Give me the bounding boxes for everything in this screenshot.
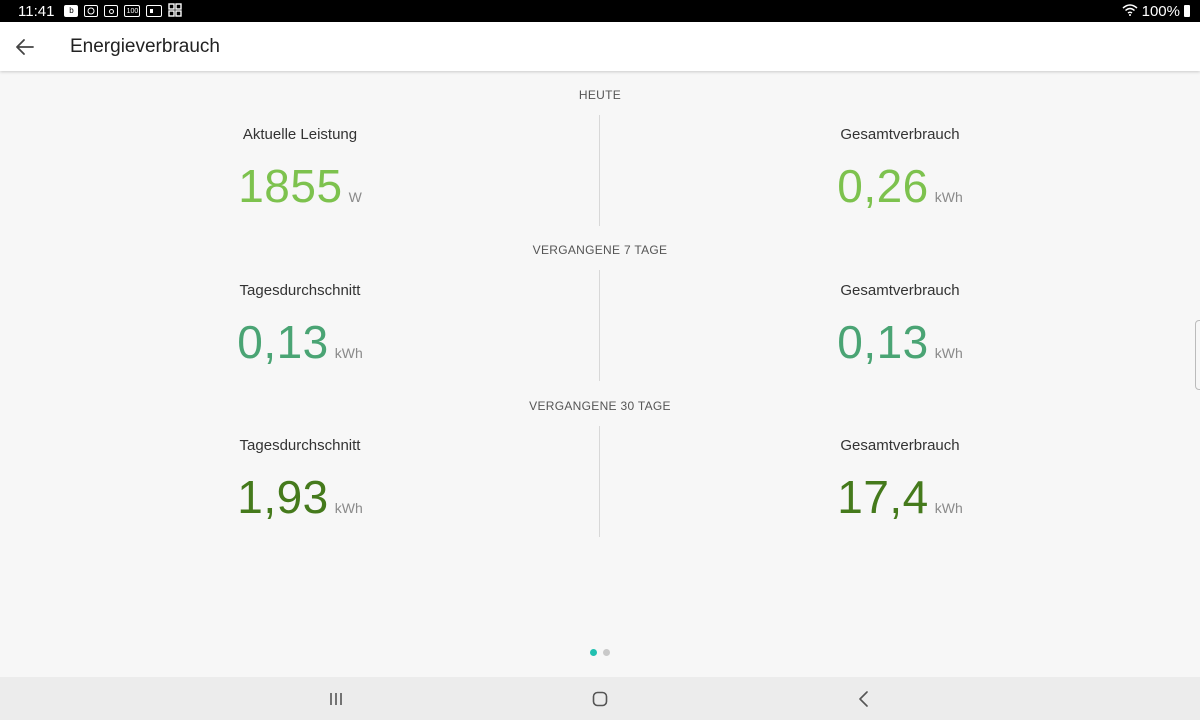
metric-current-power: Aktuelle Leistung 1855 W: [150, 126, 450, 213]
metric-daily-average-30-days: Tagesdurchschnitt 1,93 kWh: [150, 437, 450, 524]
metric-unit: W: [348, 189, 362, 205]
metric-label: Gesamtverbrauch: [840, 126, 960, 143]
metric-value-row: 1855 W: [150, 159, 450, 213]
metric-label: Gesamtverbrauch: [840, 437, 960, 454]
nav-back-button[interactable]: [850, 685, 878, 713]
metric-unit: kWh: [934, 189, 963, 205]
b-icon: b: [64, 5, 79, 17]
metric-value-row: 0,13 kWh: [750, 315, 1050, 369]
status-time: 11:41: [18, 2, 55, 20]
section-header-30-days: VERGANGENE 30 TAGE: [529, 399, 671, 413]
metric-total-7-days: Gesamtverbrauch 0,13 kWh: [750, 282, 1050, 369]
metric-label: Tagesdurchschnitt: [239, 437, 361, 454]
metric-unit: kWh: [334, 345, 363, 361]
metric-total-30-days: Gesamtverbrauch 17,4 kWh: [750, 437, 1050, 524]
section-divider: [599, 270, 600, 381]
section-divider: [599, 115, 600, 226]
messenger-icon: [84, 5, 99, 17]
metric-unit: kWh: [934, 500, 963, 516]
navigation-bar: [0, 677, 1200, 720]
app-bar: Energieverbrauch: [0, 22, 1200, 71]
page-indicator: [0, 649, 1200, 656]
section-header-7-days: VERGANGENE 7 TAGE: [532, 243, 668, 257]
status-left: 11:41 b 100: [18, 2, 183, 20]
edge-panel-handle[interactable]: [1195, 320, 1200, 390]
recents-icon: [330, 693, 342, 705]
page-dot-2[interactable]: [603, 649, 610, 656]
metric-value: 0,13: [237, 316, 329, 368]
metric-label: Gesamtverbrauch: [840, 282, 960, 299]
metric-value: 0,13: [837, 316, 929, 368]
home-button[interactable]: [586, 685, 614, 713]
metric-total-today: Gesamtverbrauch 0,26 kWh: [750, 126, 1050, 213]
metric-value: 0,26: [837, 160, 929, 212]
card-icon: [146, 5, 163, 17]
metric-daily-average-7-days: Tagesdurchschnitt 0,13 kWh: [150, 282, 450, 369]
wifi-icon: [1122, 3, 1138, 20]
metric-value-row: 0,13 kWh: [150, 315, 450, 369]
status-right: 100%: [1122, 3, 1190, 20]
back-icon: [859, 691, 868, 707]
camera-icon: [104, 5, 119, 17]
metric-label: Tagesdurchschnitt: [239, 282, 361, 299]
back-button[interactable]: [12, 34, 38, 60]
recents-button[interactable]: [322, 685, 350, 713]
battery-text: 100%: [1141, 2, 1180, 20]
status-bar: 11:41 b 100 100%: [0, 0, 1200, 22]
grid-icon: [168, 2, 183, 20]
metric-value: 1855: [238, 160, 343, 212]
section-divider: [599, 426, 600, 537]
metric-value: 1,93: [237, 471, 329, 523]
metric-label: Aktuelle Leistung: [242, 126, 358, 143]
metric-unit: kWh: [934, 345, 963, 361]
metric-value-row: 17,4 kWh: [750, 470, 1050, 524]
metric-unit: kWh: [334, 500, 363, 516]
battery-icon: [1184, 5, 1190, 17]
arrow-left-icon: [16, 39, 34, 55]
page-title: Energieverbrauch: [70, 36, 220, 57]
badge-100-icon: 100: [124, 5, 141, 17]
metric-value: 17,4: [837, 471, 929, 523]
metric-value-row: 0,26 kWh: [750, 159, 1050, 213]
page-dot-1[interactable]: [590, 649, 597, 656]
home-icon: [592, 691, 608, 707]
section-header-today: HEUTE: [578, 88, 622, 102]
metric-value-row: 1,93 kWh: [150, 470, 450, 524]
